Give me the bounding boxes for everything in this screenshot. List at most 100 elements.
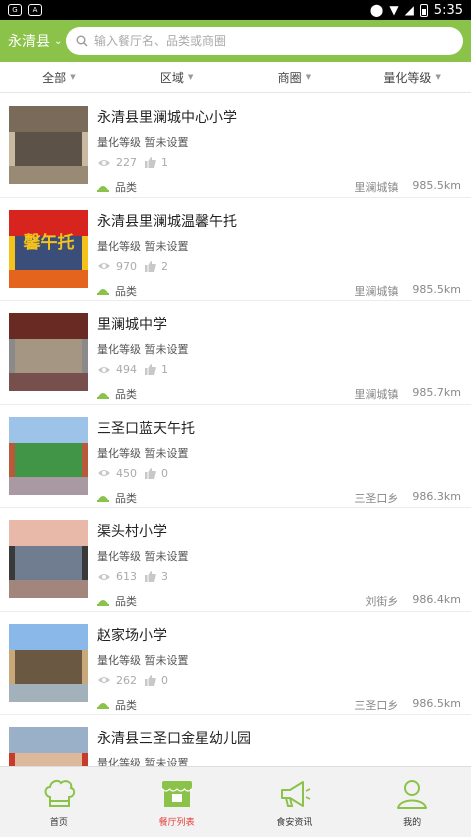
restaurant-list-item[interactable]: 渠头村小学 量化等级 暂未设置 613 3 品类 刘街乡 986.4km <box>0 508 471 612</box>
town-label: 里澜城镇 <box>354 284 399 298</box>
restaurant-name: 赵家场小学 <box>97 627 167 644</box>
category-row: 品类 <box>97 697 137 713</box>
restaurant-name: 永清县三圣口金星幼儿园 <box>97 731 251 747</box>
svg-text:馨午托: 馨午托 <box>23 232 75 253</box>
restaurant-list-item[interactable]: 馨午托 永清县里澜城温馨午托 量化等级 暂未设置 970 2 品类 里澜城镇 9… <box>0 198 471 301</box>
filter-label: 商圈 <box>277 70 302 85</box>
rating-level-value: 暂未设置 <box>144 136 189 149</box>
rating-level: 量化等级 暂未设置 <box>97 238 189 254</box>
category-row: 品类 <box>97 490 137 506</box>
restaurant-list-item[interactable]: 赵家场小学 量化等级 暂未设置 262 0 品类 三圣口乡 986.5km <box>0 612 471 715</box>
megaphone-icon <box>281 780 311 807</box>
search-input[interactable] <box>94 34 453 48</box>
distance-label: 986.4km <box>412 593 461 606</box>
restaurant-name: 永清县里澜城中心小学 <box>97 110 237 126</box>
thumbs-up-icon <box>145 467 156 479</box>
nav-profile[interactable]: 我的 <box>353 767 471 837</box>
rating-level-value: 暂未设置 <box>144 446 189 460</box>
filter-region[interactable]: 区域 ▼ <box>118 62 236 92</box>
category-icon <box>97 496 109 502</box>
eye-icon <box>98 263 110 269</box>
distance-label: 985.5km <box>412 179 461 192</box>
battery-icon <box>419 3 428 17</box>
filter-rating-level[interactable]: 量化等级 ▼ <box>353 62 471 92</box>
town-label: 刘街乡 <box>365 595 399 608</box>
rating-level: 量化等级 暂未设置 <box>97 341 189 357</box>
storefront-icon <box>161 780 193 807</box>
restaurant-list[interactable]: 永清县里澜城中心小学 量化等级 暂未设置 227 1 品类 里澜城镇 985.5… <box>0 94 471 766</box>
distance-label: 986.5km <box>412 696 461 710</box>
distance-label: 985.5km <box>412 282 461 296</box>
location-info: 里澜城镇 985.7km <box>354 386 461 402</box>
nav-label: 餐厅列表 <box>158 817 195 828</box>
category-row: 品类 <box>97 179 137 195</box>
town-label: 三圣口乡 <box>354 491 399 505</box>
category-row: 品类 <box>97 386 137 402</box>
restaurant-name: 里澜城中学 <box>97 317 167 333</box>
eye-icon <box>98 677 110 683</box>
restaurant-list-item[interactable]: 里澜城中学 量化等级 暂未设置 494 1 品类 里澜城镇 985.7km <box>0 301 471 405</box>
dropdown-arrow-icon: ▼ <box>70 73 76 81</box>
category-icon <box>97 703 109 709</box>
city-label: 永清县 <box>8 34 50 50</box>
category-row: 品类 <box>97 593 137 609</box>
category-icon <box>97 392 109 399</box>
stats-row: 970 2 <box>97 260 168 273</box>
nav-restaurant-list[interactable]: 餐厅列表 <box>118 767 236 837</box>
bottom-navigation: 首页 餐厅列表 食安资讯 我的 <box>0 766 471 837</box>
views-value: 450 <box>116 466 137 480</box>
views-value: 613 <box>116 570 137 583</box>
location-icon: ⬤ <box>369 3 384 17</box>
likes-value: 3 <box>161 570 168 583</box>
location-info: 里澜城镇 985.5km <box>354 179 461 195</box>
search-bar[interactable] <box>66 27 463 55</box>
restaurant-photo <box>9 727 88 766</box>
dropdown-arrow-icon: ▼ <box>187 73 194 81</box>
location-info: 三圣口乡 986.5km <box>354 697 461 713</box>
filter-all[interactable]: 全部 ▼ <box>0 62 118 92</box>
nav-food-safety-news[interactable]: 食安资讯 <box>236 767 354 837</box>
nav-label: 首页 <box>49 817 68 828</box>
restaurant-name: 永清县里澜城温馨午托 <box>97 213 237 230</box>
wifi-icon: ▼ <box>389 3 399 17</box>
eye-icon <box>98 470 110 476</box>
rating-level-label: 量化等级 <box>97 550 141 563</box>
filter-label: 区域 <box>159 70 184 85</box>
views-value: 227 <box>116 156 137 169</box>
rating-level-label: 量化等级 <box>97 239 141 253</box>
stats-row: 613 3 <box>97 570 168 583</box>
views-value: 970 <box>116 259 137 273</box>
town-label: 三圣口乡 <box>354 698 399 712</box>
user-icon <box>397 779 428 809</box>
category-label: 品类 <box>115 181 137 194</box>
rating-level-value: 暂未设置 <box>144 550 189 563</box>
distance-label: 985.7km <box>412 386 461 399</box>
nav-home[interactable]: 首页 <box>0 767 118 837</box>
rating-level-value: 暂未设置 <box>144 343 189 356</box>
category-row: 品类 <box>97 283 137 299</box>
views-count: 613 <box>97 570 145 583</box>
rating-level-label: 量化等级 <box>97 446 141 460</box>
rating-level-value: 暂未设置 <box>144 239 189 253</box>
restaurant-list-item[interactable]: 永清县三圣口金星幼儿园 量化等级 暂未设置 品类 <box>0 715 471 766</box>
city-selector[interactable]: 永清县 ⌄ <box>8 31 64 51</box>
category-label: 品类 <box>115 491 137 505</box>
restaurant-list-item[interactable]: 永清县里澜城中心小学 量化等级 暂未设置 227 1 品类 里澜城镇 985.5… <box>0 94 471 198</box>
dropdown-arrow-icon: ▼ <box>435 73 441 81</box>
likes-count: 1 <box>145 363 168 376</box>
likes-count: 0 <box>145 467 168 480</box>
stats-row: 227 1 <box>97 156 168 169</box>
filter-bar: 全部 ▼ 区域 ▼ 商圈 ▼ 量化等级 ▼ <box>0 62 471 93</box>
eye-icon <box>98 366 110 373</box>
restaurant-photo <box>9 520 88 598</box>
location-info: 刘街乡 986.4km <box>365 593 461 609</box>
rating-level: 量化等级 暂未设置 <box>97 652 189 668</box>
views-count: 494 <box>97 363 145 376</box>
filter-business-district[interactable]: 商圈 ▼ <box>236 62 354 92</box>
rating-level-label: 量化等级 <box>97 343 141 356</box>
likes-value: 0 <box>161 466 168 480</box>
thumbs-up-icon <box>145 260 156 272</box>
likes-count: 1 <box>145 156 168 169</box>
restaurant-list-item[interactable]: 三圣口蓝天午托 量化等级 暂未设置 450 0 品类 三圣口乡 986.3km <box>0 405 471 508</box>
rating-level: 量化等级 暂未设置 <box>97 445 189 461</box>
